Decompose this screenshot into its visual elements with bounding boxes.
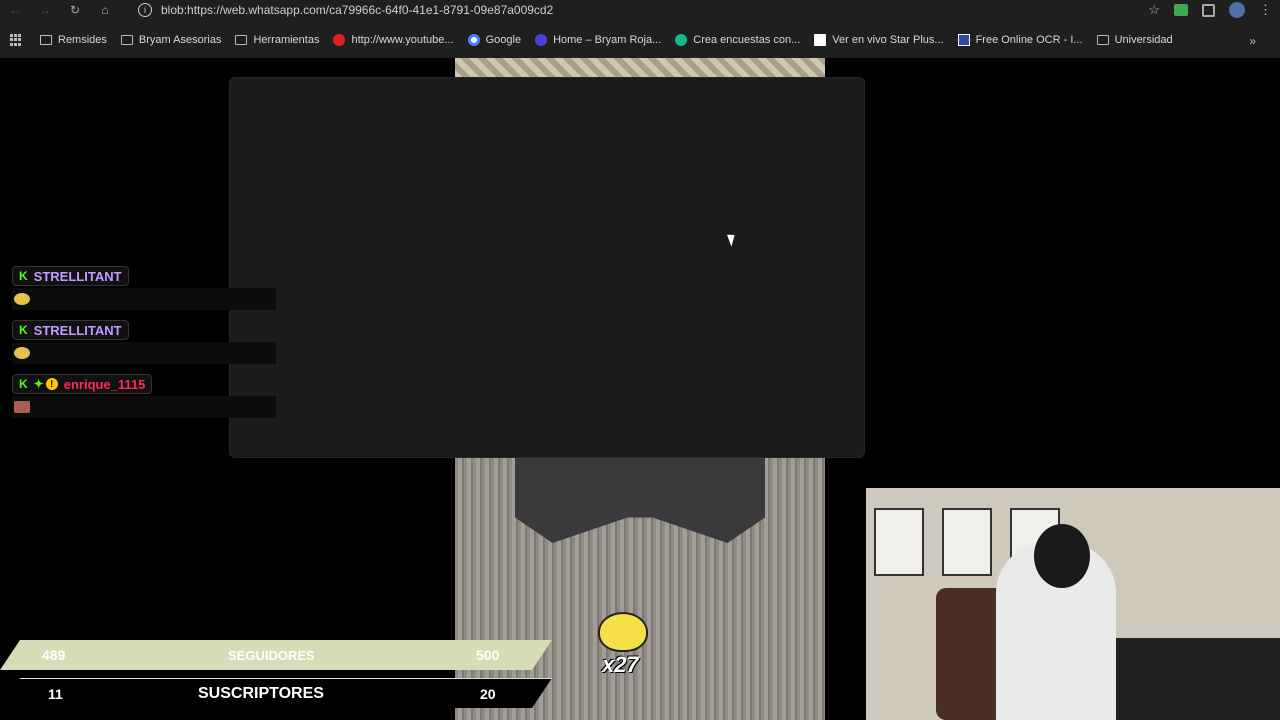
folder-icon: [1096, 35, 1109, 45]
followers-current: 489: [42, 647, 66, 663]
media-viewer-panel[interactable]: [229, 77, 865, 458]
face-emote-icon: [14, 401, 30, 413]
bookmark-bryam-asesorias[interactable]: Bryam Asesorias: [120, 34, 221, 46]
video-top-strip: [455, 58, 825, 78]
streamer-head: [1034, 524, 1090, 588]
back-button[interactable]: ←: [0, 0, 30, 20]
folder-icon: [235, 35, 248, 45]
forward-button[interactable]: →: [30, 0, 60, 20]
chat-message: K STRELLITANT: [12, 320, 276, 364]
bookmark-encuestas[interactable]: Crea encuestas con...: [675, 34, 800, 46]
menu-kebab-icon[interactable]: ⋮: [1259, 2, 1272, 18]
gold-badge-icon: !: [45, 378, 58, 390]
address-bar[interactable]: i blob:https://web.whatsapp.com/ca79966c…: [138, 0, 1138, 20]
kick-badge-icon: K: [19, 323, 28, 337]
bee-emote-icon: [598, 612, 648, 652]
followers-label: SEGUIDORES: [228, 647, 315, 663]
webcam-feed: [866, 488, 1280, 720]
wall-poster: [874, 508, 924, 576]
bookmark-remsides[interactable]: Remsides: [40, 34, 107, 46]
bookmark-google[interactable]: Google: [467, 34, 521, 46]
page-icon: [814, 34, 827, 46]
bookmark-star-plus[interactable]: Ver en vivo Star Plus...: [814, 34, 944, 46]
chat-message-body: [12, 288, 276, 310]
chat-message: K STRELLITANT: [12, 266, 276, 310]
ocr-icon: [957, 34, 970, 46]
google-icon: [467, 34, 480, 46]
emote-icon: [14, 293, 30, 305]
kick-badge-icon: K: [19, 269, 28, 283]
toolbar-icons: ☆ ⋮: [1148, 0, 1272, 20]
sparkle-badge-icon: ✦: [33, 377, 44, 391]
star-icon[interactable]: ☆: [1148, 2, 1160, 18]
bookmark-herramientas[interactable]: Herramientas: [235, 34, 319, 46]
profile-avatar[interactable]: [1229, 2, 1245, 18]
bookmark-universidad[interactable]: Universidad: [1096, 34, 1173, 46]
desk: [1116, 638, 1280, 720]
site-icon: [535, 34, 548, 46]
browser-chrome: ← → ↻ ⌂ i blob:https://web.whatsapp.com/…: [0, 0, 1280, 58]
folder-icon: [120, 35, 133, 45]
youtube-icon: [333, 34, 346, 46]
wall-poster: [942, 508, 992, 576]
combo-count: x27: [602, 652, 639, 677]
chat-username-tag: K STRELLITANT: [12, 320, 129, 340]
extension-icon[interactable]: [1174, 4, 1188, 16]
survey-icon: [675, 34, 688, 46]
kick-badge-icon: K: [19, 377, 28, 391]
apps-grid-icon[interactable]: [10, 34, 22, 46]
subs-goal-bar: 11 SUSCRIPTORES 20: [0, 678, 552, 708]
url-text: blob:https://web.whatsapp.com/ca79966c-6…: [161, 3, 554, 17]
info-icon[interactable]: i: [138, 3, 152, 17]
reload-button[interactable]: ↻: [60, 0, 90, 20]
extensions-puzzle-icon[interactable]: [1202, 3, 1215, 17]
chat-overlay: K STRELLITANT K STRELLITANT K ✦ ! enriqu…: [12, 266, 276, 428]
subs-current: 11: [48, 685, 63, 702]
chat-message: K ✦ ! enrique_1115: [12, 374, 276, 418]
followers-target: 500: [476, 647, 500, 663]
bookmark-home-bryam[interactable]: Home – Bryam Roja...: [535, 34, 661, 46]
jeans-image: [515, 458, 765, 543]
bookmark-youtube[interactable]: http://www.youtube...: [333, 34, 454, 46]
bookmark-ocr[interactable]: Free Online OCR - I...: [957, 34, 1083, 46]
bookmarks-bar: Remsides Bryam Asesorias Herramientas ht…: [0, 28, 1280, 52]
subs-label: SUSCRIPTORES: [198, 684, 324, 702]
stream-view: K STRELLITANT K STRELLITANT K ✦ ! enriqu…: [0, 58, 1280, 720]
chat-message-body: [12, 396, 276, 418]
emote-combo: x27: [596, 612, 654, 682]
emote-icon: [14, 347, 30, 359]
more-bookmarks-icon[interactable]: »: [1249, 34, 1256, 48]
chat-username-tag: K STRELLITANT: [12, 266, 129, 286]
subs-target: 20: [480, 685, 496, 702]
folder-icon: [40, 35, 52, 45]
followers-goal-bar: 489 SEGUIDORES 500: [0, 640, 552, 670]
chat-username-tag: K ✦ ! enrique_1115: [12, 374, 153, 394]
chat-message-body: [12, 342, 276, 364]
home-button[interactable]: ⌂: [90, 0, 120, 20]
